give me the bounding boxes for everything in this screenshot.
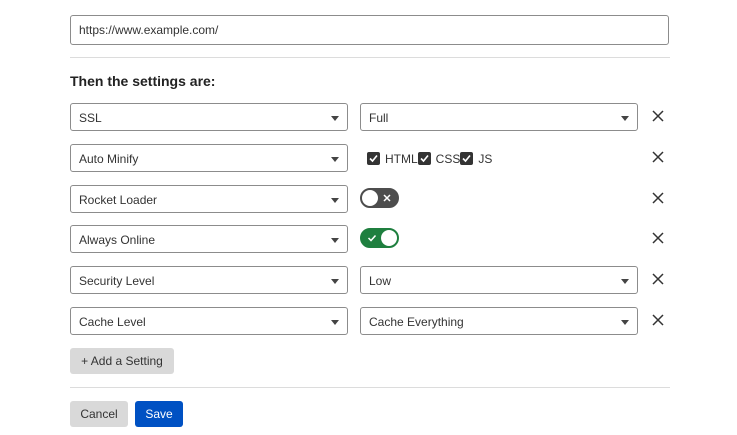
- value-select[interactable]: Cache Everything: [360, 307, 638, 335]
- caret-down-icon: [621, 320, 629, 325]
- toggle-knob: [381, 230, 397, 246]
- setting-select-value: Cache Level: [79, 315, 146, 329]
- close-icon[interactable]: [651, 109, 665, 123]
- setting-select[interactable]: Auto Minify: [70, 144, 348, 172]
- url-input[interactable]: [70, 15, 669, 45]
- setting-select-value: Security Level: [79, 274, 155, 288]
- caret-down-icon: [331, 238, 339, 243]
- caret-down-icon: [621, 116, 629, 121]
- always-online-toggle[interactable]: [360, 228, 399, 248]
- caret-down-icon: [331, 279, 339, 284]
- value-select-value: Full: [369, 111, 389, 125]
- settings-heading: Then the settings are:: [70, 73, 216, 89]
- close-icon[interactable]: [651, 272, 665, 286]
- caret-down-icon: [331, 198, 339, 203]
- setting-row-security-level: Security Level Low: [70, 266, 680, 294]
- setting-select-value: SSL: [79, 111, 102, 125]
- value-select[interactable]: Low: [360, 266, 638, 294]
- setting-select[interactable]: Rocket Loader: [70, 185, 348, 213]
- html-checkbox[interactable]: [367, 152, 380, 166]
- divider: [70, 387, 670, 388]
- caret-down-icon: [331, 116, 339, 121]
- add-setting-button[interactable]: + Add a Setting: [70, 348, 174, 374]
- setting-row-cache-level: Cache Level Cache Everything: [70, 307, 680, 335]
- check-icon: [420, 155, 429, 163]
- setting-row-always-online: Always Online: [70, 225, 680, 253]
- rocket-loader-toggle[interactable]: [360, 188, 399, 208]
- css-checkbox[interactable]: [417, 152, 431, 166]
- caret-down-icon: [331, 320, 339, 325]
- setting-select-value: Auto Minify: [79, 152, 139, 166]
- save-button[interactable]: Save: [135, 401, 183, 427]
- value-select-value: Cache Everything: [369, 315, 464, 329]
- check-icon: [367, 234, 377, 242]
- setting-select[interactable]: Cache Level: [70, 307, 348, 335]
- js-checkbox[interactable]: [460, 152, 474, 166]
- html-checkbox-label: HTML: [385, 151, 418, 166]
- close-icon[interactable]: [651, 313, 665, 327]
- close-icon[interactable]: [651, 191, 665, 205]
- minify-checkboxes: HTML CSS JS: [367, 151, 492, 167]
- check-icon: [462, 155, 471, 163]
- close-icon[interactable]: [651, 231, 665, 245]
- setting-select[interactable]: Always Online: [70, 225, 348, 253]
- caret-down-icon: [621, 279, 629, 284]
- setting-row-auto-minify: Auto Minify HTML CSS JS: [70, 144, 680, 172]
- js-checkbox-label: JS: [478, 151, 493, 166]
- setting-select[interactable]: SSL: [70, 103, 348, 131]
- setting-select-value: Rocket Loader: [79, 193, 158, 207]
- css-checkbox-label: CSS: [435, 151, 461, 166]
- check-icon: [369, 155, 378, 163]
- setting-row-rocket-loader: Rocket Loader: [70, 185, 680, 213]
- setting-row-ssl: SSL Full: [70, 103, 680, 131]
- caret-down-icon: [331, 157, 339, 162]
- toggle-knob: [362, 190, 378, 206]
- cancel-button[interactable]: Cancel: [70, 401, 128, 427]
- x-icon: [383, 194, 391, 202]
- setting-select-value: Always Online: [79, 233, 156, 247]
- value-select[interactable]: Full: [360, 103, 638, 131]
- divider: [70, 57, 670, 58]
- close-icon[interactable]: [651, 150, 665, 164]
- setting-select[interactable]: Security Level: [70, 266, 348, 294]
- value-select-value: Low: [369, 274, 392, 288]
